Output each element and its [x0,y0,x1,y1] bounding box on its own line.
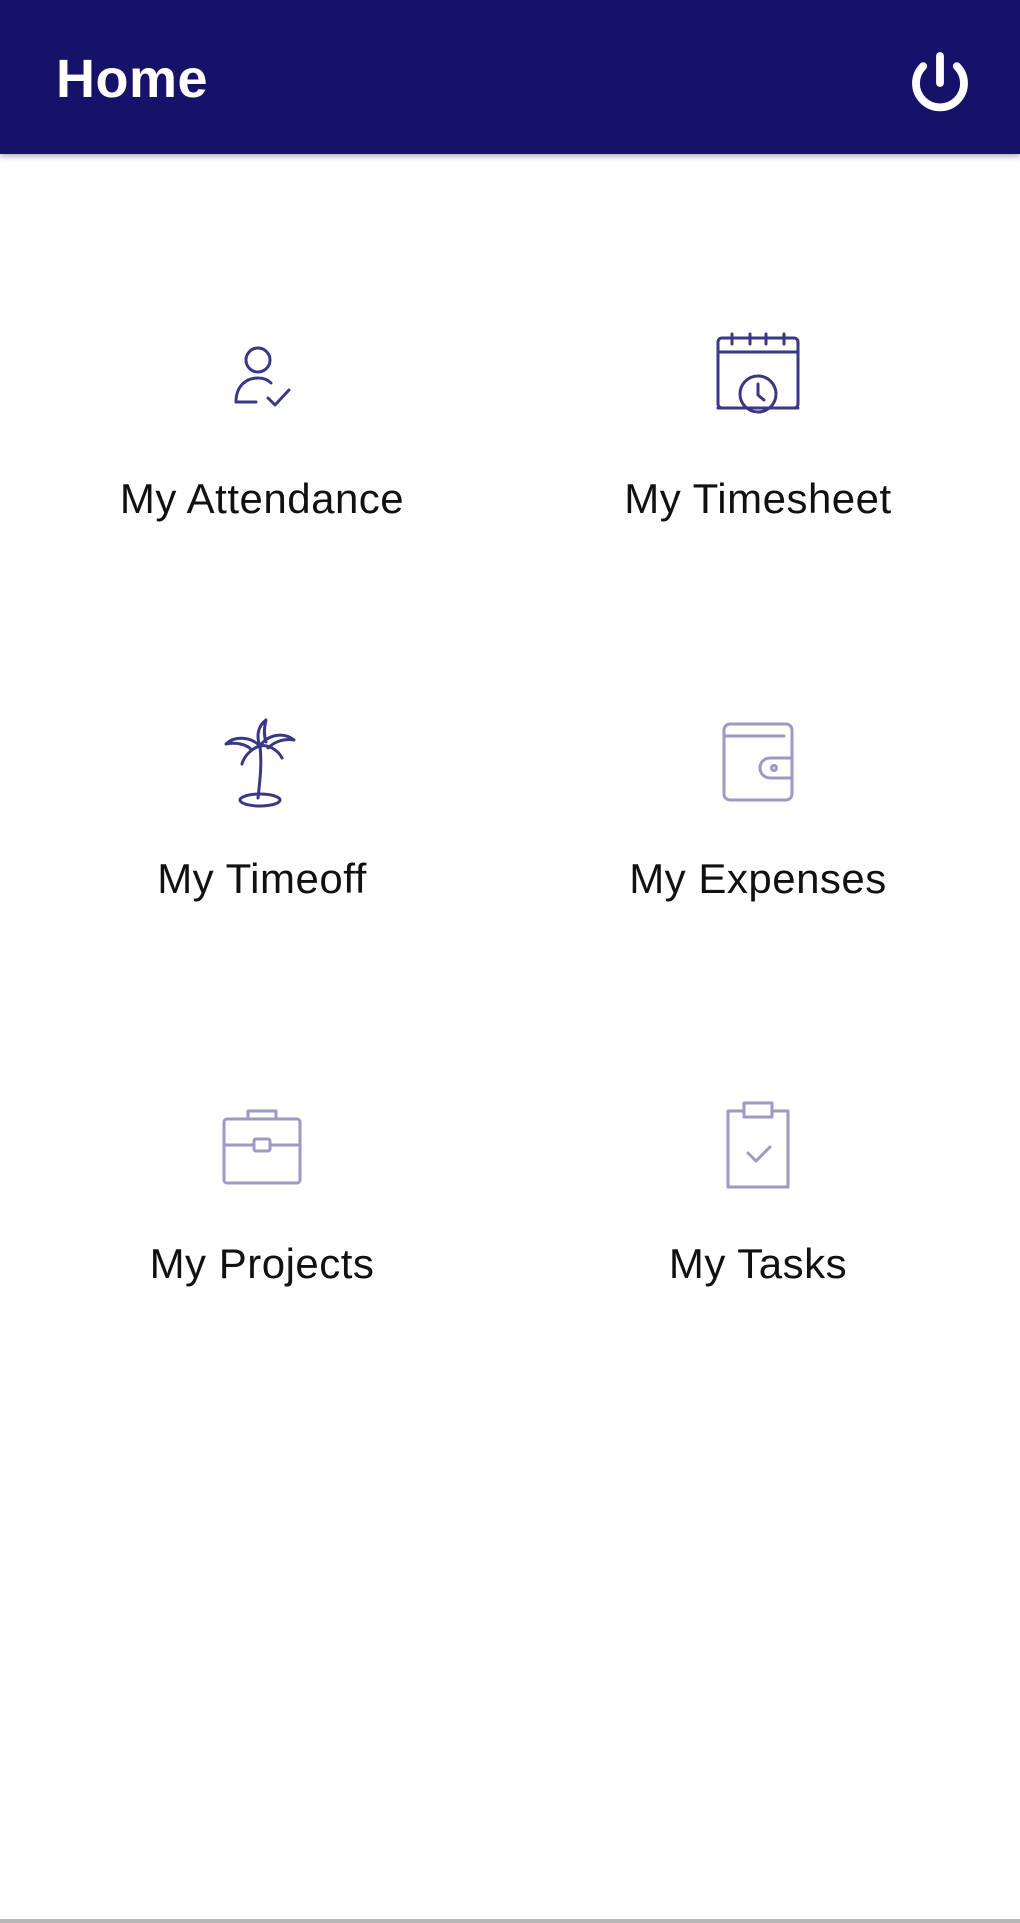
app-bar: Home [0,0,1020,154]
briefcase-icon [212,1097,312,1197]
calendar-clock-icon [708,332,808,432]
tile-my-timeoff[interactable]: My Timeoff [12,712,512,1042]
tile-my-expenses[interactable]: My Expenses [508,712,1008,1042]
tile-label: My Timesheet [624,475,892,522]
tile-label: My Tasks [668,1240,848,1287]
tile-label: My Projects [149,1240,375,1287]
tile-my-timesheet[interactable]: My Timesheet [508,332,1008,662]
tile-label: My Attendance [119,475,405,522]
power-button[interactable] [904,47,976,119]
user-check-icon [212,332,312,432]
page-title: Home [56,49,209,109]
power-icon [912,52,968,112]
tile-label: My Timeoff [157,855,367,902]
tile-my-tasks[interactable]: My Tasks [508,1097,1008,1427]
tile-my-attendance[interactable]: My Attendance [12,332,512,662]
palm-tree-icon [212,712,312,812]
tile-label: My Expenses [629,855,887,902]
bottom-divider [0,1919,1020,1923]
tile-my-projects[interactable]: My Projects [12,1097,512,1427]
wallet-icon [708,712,808,812]
clipboard-check-icon [708,1097,808,1197]
